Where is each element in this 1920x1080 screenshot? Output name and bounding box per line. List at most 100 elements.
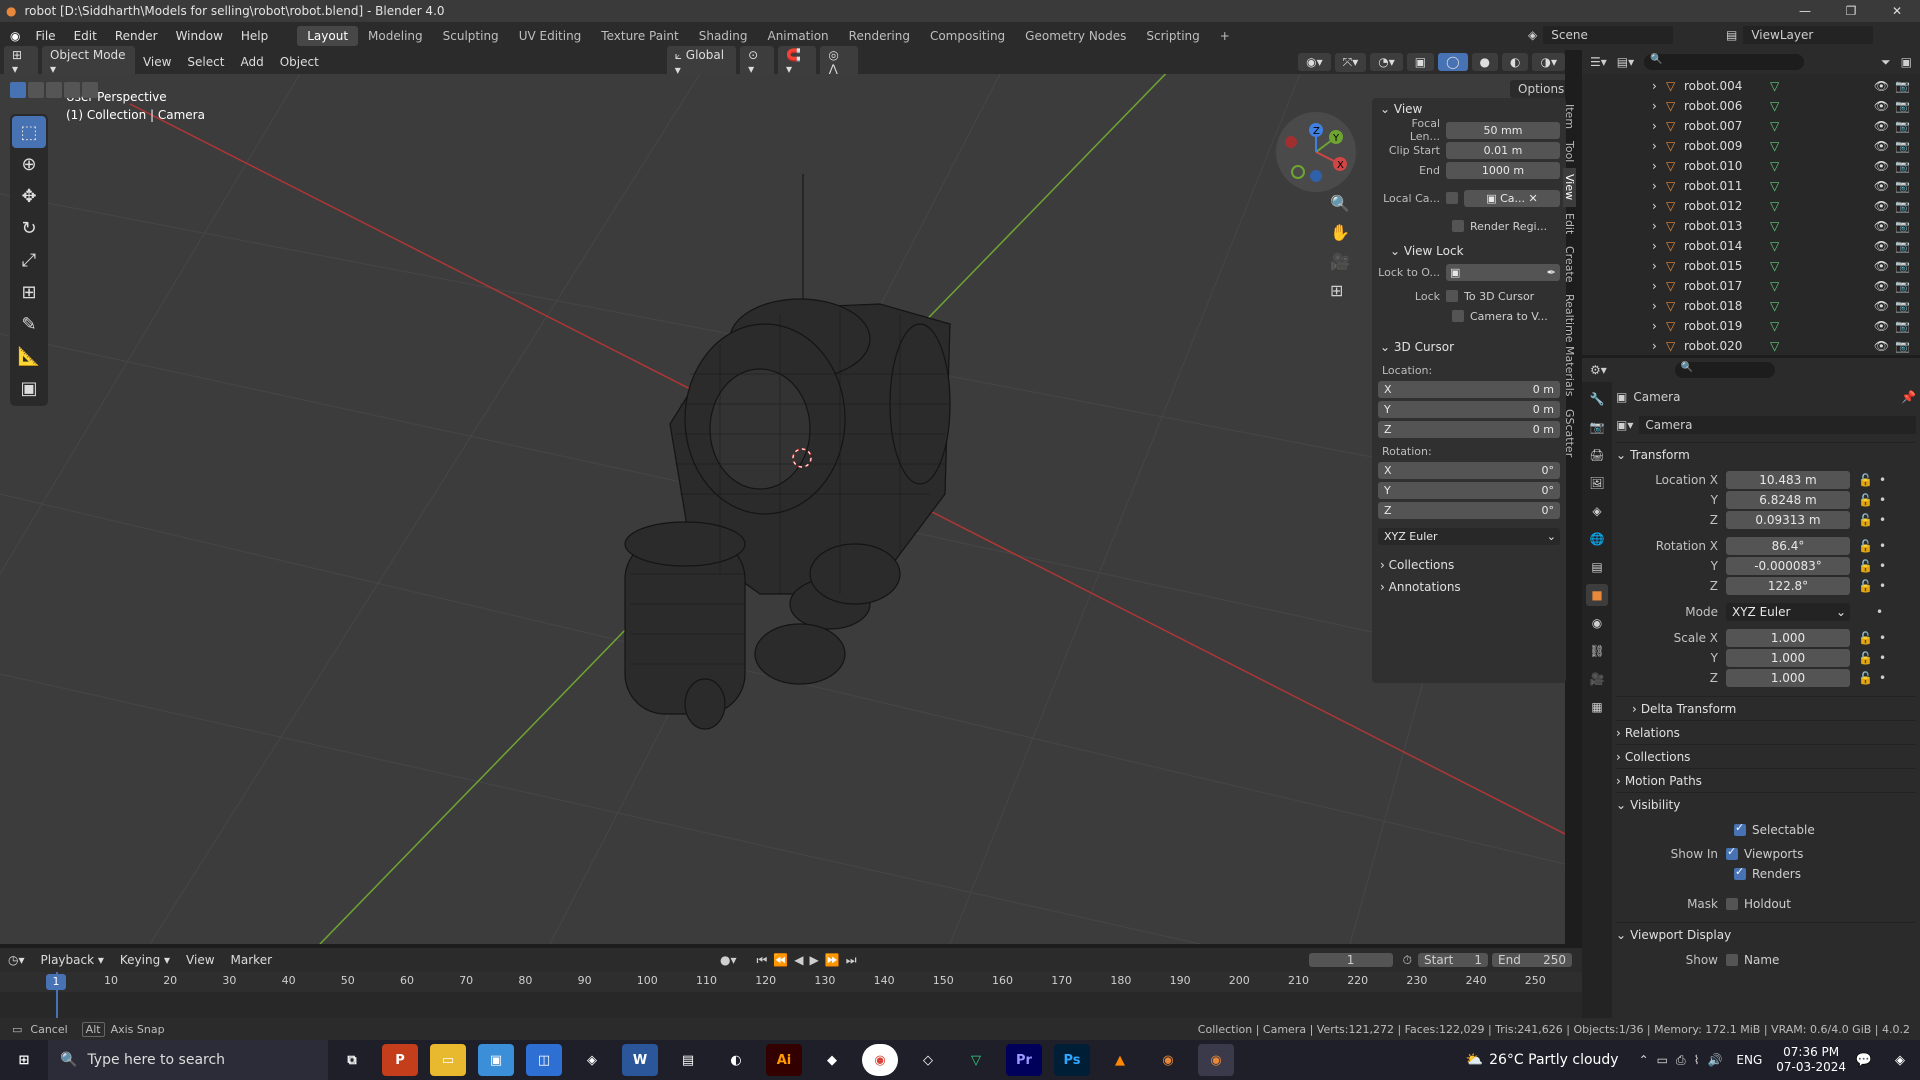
physics-tab-icon[interactable]: ◉: [1586, 612, 1608, 634]
eye-icon[interactable]: 👁: [1874, 99, 1889, 113]
eye-icon[interactable]: 👁: [1874, 339, 1889, 353]
camera-render-icon[interactable]: 📷: [1895, 259, 1910, 273]
store-icon[interactable]: ◫: [526, 1044, 562, 1076]
eyedropper-icon[interactable]: ✒: [1547, 264, 1556, 281]
measure-tool-icon[interactable]: 📐: [12, 340, 46, 372]
outliner-row[interactable]: › ▽ robot.011 ▽ 👁 📷: [1582, 176, 1920, 196]
outliner-editor-icon[interactable]: ☰▾: [1590, 55, 1607, 69]
start-frame-field[interactable]: Start 1: [1418, 953, 1488, 967]
play-icon[interactable]: ▶: [810, 953, 825, 967]
new-collection-icon[interactable]: ▣: [1901, 55, 1912, 69]
outliner-row[interactable]: › ▽ robot.012 ▽ 👁 📷: [1582, 196, 1920, 216]
zoom-icon[interactable]: 🔍: [1330, 194, 1350, 213]
outliner-row[interactable]: › ▽ robot.019 ▽ 👁 📷: [1582, 316, 1920, 336]
menu-help[interactable]: Help: [232, 29, 277, 43]
constraints-tab-icon[interactable]: ⛓: [1586, 640, 1608, 662]
object-type-dropdown[interactable]: ▣▾: [1616, 418, 1633, 432]
outliner-item-label[interactable]: robot.020: [1684, 339, 1764, 353]
scene-selector[interactable]: ◈ Scene: [1528, 26, 1674, 44]
properties-editor-icon[interactable]: ⚙▾: [1590, 363, 1607, 377]
eye-icon[interactable]: 👁: [1874, 279, 1889, 293]
local-camera-field[interactable]: ▣ Ca... ✕: [1464, 189, 1560, 207]
app-icon-generic-5[interactable]: ◇: [910, 1044, 946, 1076]
view-layer-tab-icon[interactable]: 🖼: [1586, 472, 1608, 494]
timeline[interactable]: 10 20 30 40 50 60 70 80 90 100 110 120 130 140 150 160 1…: [0, 972, 1582, 1020]
taskbar-search-box[interactable]: 🔍 Type here to search: [48, 1040, 328, 1080]
object-menu[interactable]: Object: [272, 55, 327, 69]
rotation-y-field[interactable]: -0.000083°: [1726, 557, 1850, 575]
mesh-data-icon[interactable]: ▽: [1770, 199, 1779, 213]
prev-keyframe-icon[interactable]: ⏪: [773, 953, 794, 967]
show-name-checkbox[interactable]: [1726, 954, 1738, 966]
playhead-marker[interactable]: 1: [46, 974, 66, 990]
outliner-item-label[interactable]: robot.009: [1684, 139, 1764, 153]
select-extend-icon[interactable]: [28, 82, 44, 98]
expand-arrow-icon[interactable]: ›: [1652, 99, 1666, 113]
texture-tab-icon[interactable]: ▦: [1586, 696, 1608, 718]
camera-view-icon[interactable]: 🎥: [1330, 252, 1350, 271]
outliner-item-label[interactable]: robot.011: [1684, 179, 1764, 193]
collections-section-header[interactable]: › Collections: [1372, 554, 1566, 576]
eye-icon[interactable]: 👁: [1874, 199, 1889, 213]
scale-x-field[interactable]: 1.000: [1726, 629, 1850, 647]
expand-arrow-icon[interactable]: ›: [1652, 139, 1666, 153]
visibility-header[interactable]: ⌄ Visibility: [1616, 792, 1916, 816]
collections-header[interactable]: › Collections: [1616, 744, 1916, 768]
chrome-icon[interactable]: ◉: [862, 1044, 898, 1076]
scale-tool-icon[interactable]: ⤢: [12, 244, 46, 276]
outliner-row[interactable]: › ▽ robot.006 ▽ 👁 📷: [1582, 96, 1920, 116]
camera-render-icon[interactable]: 📷: [1895, 339, 1910, 353]
options-button[interactable]: Options: [1510, 80, 1565, 98]
select-new-icon[interactable]: [10, 82, 26, 98]
object-data-tab-icon[interactable]: 🎥: [1586, 668, 1608, 690]
tab-scripting[interactable]: Scripting: [1136, 26, 1209, 46]
camera-render-icon[interactable]: 📷: [1895, 299, 1910, 313]
eye-icon[interactable]: 👁: [1874, 139, 1889, 153]
camera-render-icon[interactable]: 📷: [1895, 199, 1910, 213]
expand-arrow-icon[interactable]: ›: [1652, 119, 1666, 133]
keyframe-dot-icon[interactable]: •: [1879, 493, 1886, 507]
mesh-data-icon[interactable]: ▽: [1770, 179, 1779, 193]
render-region-checkbox[interactable]: [1452, 220, 1464, 232]
outliner-item-label[interactable]: robot.017: [1684, 279, 1764, 293]
annotate-tool-icon[interactable]: ✎: [12, 308, 46, 340]
menu-edit[interactable]: Edit: [65, 29, 106, 43]
focal-length-field[interactable]: 50 mm: [1446, 121, 1560, 139]
sidebar-tab-edit[interactable]: Edit: [1563, 207, 1576, 240]
lock-icon[interactable]: 🔓: [1858, 473, 1873, 487]
eye-icon[interactable]: 👁: [1874, 79, 1889, 93]
expand-arrow-icon[interactable]: ›: [1652, 319, 1666, 333]
task-view-icon[interactable]: ⧉: [334, 1044, 370, 1076]
renders-checkbox[interactable]: [1734, 865, 1746, 880]
app-icon-generic-1[interactable]: ◈: [574, 1044, 610, 1076]
object-name-field[interactable]: Camera: [1639, 416, 1916, 434]
expand-arrow-icon[interactable]: ›: [1652, 239, 1666, 253]
keyframe-dot-icon[interactable]: •: [1879, 631, 1886, 645]
lock-icon[interactable]: 🔓: [1858, 579, 1873, 593]
outliner-row[interactable]: › ▽ robot.007 ▽ 👁 📷: [1582, 116, 1920, 136]
outliner-row[interactable]: › ▽ robot.009 ▽ 👁 📷: [1582, 136, 1920, 156]
camera-render-icon[interactable]: 📷: [1895, 219, 1910, 233]
render-tab-icon[interactable]: 📷: [1586, 416, 1608, 438]
camera-render-icon[interactable]: 📷: [1895, 99, 1910, 113]
selectable-checkbox[interactable]: [1734, 821, 1746, 836]
next-keyframe-icon[interactable]: ⏩: [825, 953, 846, 967]
ortho-grid-icon[interactable]: ⊞: [1330, 281, 1350, 300]
mesh-data-icon[interactable]: ▽: [1770, 79, 1779, 93]
expand-arrow-icon[interactable]: ›: [1652, 279, 1666, 293]
lock-icon[interactable]: 🔓: [1858, 513, 1873, 527]
camera-render-icon[interactable]: 📷: [1895, 79, 1910, 93]
camera-render-icon[interactable]: 📷: [1895, 159, 1910, 173]
cursor-rotation-x-field[interactable]: X 0°: [1378, 461, 1560, 479]
3d-cursor-header[interactable]: ⌄ 3D Cursor: [1372, 336, 1566, 358]
select-intersect-icon[interactable]: [82, 82, 98, 98]
lock-icon[interactable]: 🔓: [1858, 539, 1873, 553]
outliner-item-label[interactable]: robot.018: [1684, 299, 1764, 313]
end-frame-field[interactable]: End 250: [1492, 953, 1572, 967]
lock-icon[interactable]: 🔓: [1858, 671, 1873, 685]
rotation-z-field[interactable]: 122.8°: [1726, 577, 1850, 595]
stopwatch-icon[interactable]: ⏱: [1403, 953, 1412, 968]
jump-end-icon[interactable]: ⏭: [846, 953, 863, 967]
navigation-gizmo[interactable]: X Y Z: [1276, 112, 1356, 192]
eye-icon[interactable]: 👁: [1874, 299, 1889, 313]
